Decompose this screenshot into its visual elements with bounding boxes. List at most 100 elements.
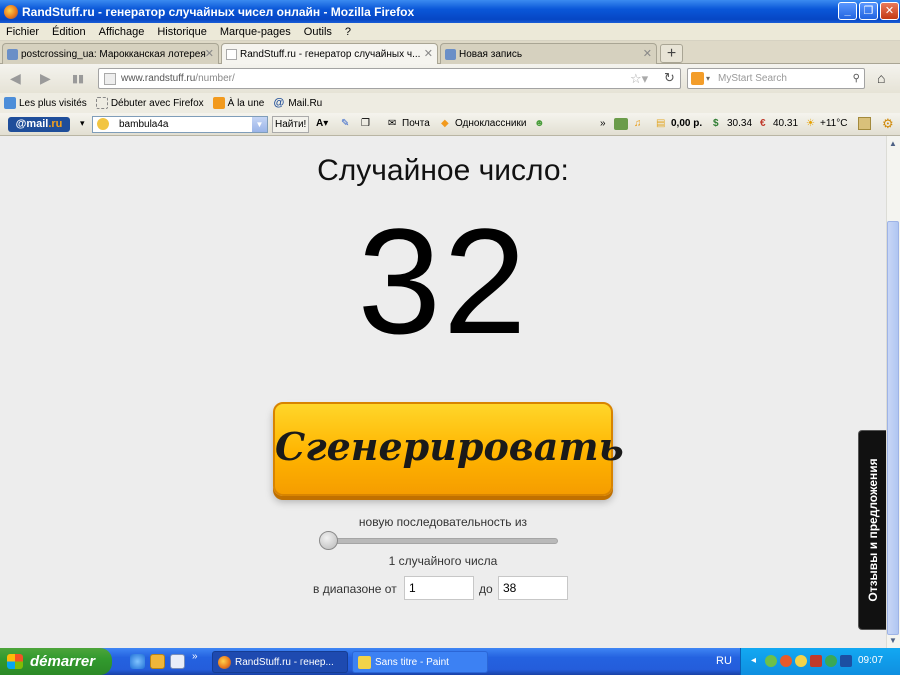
scroll-up-icon[interactable]: ▲ [886,137,900,151]
mailru-user-select[interactable]: bambula4a ▼ [92,116,268,133]
mail-link[interactable]: Почта [402,118,430,129]
music-icon[interactable]: ♫ [634,118,642,129]
gear-icon[interactable]: ⚙ [882,116,894,132]
tray-alert-icon[interactable] [810,655,822,667]
chevron-down-icon[interactable]: ▼ [252,117,267,132]
money-balance[interactable]: 0,00 р. [671,118,702,129]
random-number: 32 [357,197,529,365]
generate-button[interactable]: Сгенерировать [273,402,624,496]
menu-file[interactable]: Fichier [6,26,39,38]
range-from-input[interactable]: 1 [404,576,474,600]
menu-bookmarks[interactable]: Marque-pages [220,26,291,38]
bookmark-star-icon[interactable]: ☆▾ [630,71,648,87]
feedback-tab-label: Отзывы и предложения [865,458,880,602]
quicklaunch-more-icon[interactable]: » [192,651,198,666]
signal-strength-icon[interactable] [840,655,852,667]
bookmark-most-visited[interactable]: Les plus visités [4,97,87,109]
menu-tools[interactable]: Outils [304,26,332,38]
search-placeholder: MyStart Search [718,73,787,84]
bookmark-label: Débuter avec Firefox [110,97,204,109]
clock[interactable]: 09:07 [858,655,883,666]
usd-rate[interactable]: 30.34 [727,118,752,129]
search-icon[interactable]: ⚲ [853,69,860,88]
window-icon[interactable]: ❐ [361,118,370,129]
home-icon[interactable]: ⌂ [877,70,885,86]
close-button[interactable]: ✕ [880,2,899,20]
more-chevron-icon[interactable]: » [600,118,606,129]
mailru-toolbar: @mail.ru ▾ bambula4a ▼ Найти! A▾ ✎ ❐ ✉ П… [0,113,900,136]
toolbar-menu-icon[interactable]: ▾ [80,118,85,129]
bookmark-mailru[interactable]: @ Mail.Ru [273,97,322,109]
tab-postcrossing[interactable]: postcrossing_ua: Марокканская лотерея ✕ [2,43,219,64]
count-slider-handle[interactable] [319,531,338,550]
tray-expand-icon[interactable]: ◂ [751,655,763,667]
media-icon[interactable] [150,654,165,669]
find-button[interactable]: Найти! [272,116,310,133]
most-visited-icon [4,97,16,109]
range-to-input[interactable]: 38 [498,576,568,600]
page-icon [226,49,237,60]
tab-randstuff[interactable]: RandStuff.ru - генератор случайных ч... … [221,43,438,65]
new-tab-button[interactable]: + [660,44,683,63]
update-icon[interactable] [825,655,837,667]
tab-strip: postcrossing_ua: Марокканская лотерея ✕ … [0,41,900,65]
rss-icon [212,97,225,109]
task-paint[interactable]: Sans titre - Paint [352,651,488,673]
map-icon[interactable] [858,117,871,130]
ie-icon[interactable] [130,654,145,669]
odnoklassniki-link[interactable]: Одноклассники [455,118,526,129]
weather-icon: ☀ [806,118,815,129]
tab-close-icon[interactable]: ✕ [205,47,214,60]
range-to-label: до [479,582,493,596]
dollar-icon: $ [713,118,719,129]
menu-bar: Fichier Édition Affichage Historique Mar… [0,23,900,41]
back-arrow-icon[interactable]: ◀ [10,70,21,87]
highlighter-icon[interactable]: ✎ [341,118,349,129]
network-icon[interactable] [765,655,777,667]
restore-button[interactable]: ❐ [859,2,878,20]
journal-icon [7,48,18,60]
tab-close-icon[interactable]: ✕ [424,47,433,60]
task-firefox[interactable]: RandStuff.ru - генер... [212,651,348,673]
tab-new-post[interactable]: Новая запись ✕ [440,43,657,64]
eur-rate[interactable]: 40.31 [773,118,798,129]
tab-close-icon[interactable]: ✕ [643,47,652,60]
minimize-button[interactable]: _ [838,2,857,20]
mail-icon[interactable]: ✉ [388,118,396,129]
odnoklassniki-icon: ◆ [441,118,449,129]
forward-arrow-icon[interactable]: ▶ [40,70,51,87]
menu-edit[interactable]: Édition [52,26,86,38]
count-slider-track[interactable] [322,538,558,544]
menu-history[interactable]: Historique [157,26,207,38]
start-button[interactable]: démarrer [0,648,112,675]
range-from-label: в диапазоне от [313,582,397,596]
agent-icon[interactable]: ☻ [534,118,545,129]
task-label: Sans titre - Paint [375,657,449,668]
window-title-bar[interactable]: RandStuff.ru - генератор случайных чисел… [0,0,900,23]
logo-prefix: @mail [15,118,49,130]
font-size-icon[interactable]: A▾ [316,118,328,129]
window-title: RandStuff.ru - генератор случайных чисел… [22,4,415,19]
language-indicator[interactable]: RU [716,655,732,667]
bookmark-getting-started[interactable]: Débuter avec Firefox [95,97,204,109]
menu-view[interactable]: Affichage [99,26,145,38]
security-icon[interactable] [780,655,792,667]
weather-temp[interactable]: +11°C [820,118,847,129]
bookmark-news[interactable]: À la une [212,97,264,109]
search-dropdown-icon[interactable]: ▾ [706,69,710,88]
reload-icon[interactable]: ↻ [664,70,675,86]
tray-app-icon[interactable] [795,655,807,667]
task-label: RandStuff.ru - генер... [235,657,334,668]
scroll-down-icon[interactable]: ▼ [886,634,900,648]
desktop-icon[interactable] [170,654,185,669]
search-input[interactable]: ▾ MyStart Search ⚲ [687,68,865,89]
url-bar[interactable]: www.randstuff.ru/number/ [98,68,681,89]
menu-help[interactable]: ? [345,26,351,38]
page-icon [95,97,108,109]
games-icon[interactable] [614,118,628,130]
mailru-logo[interactable]: @mail.ru [8,117,70,132]
feedback-tab[interactable]: Отзывы и предложения [858,430,886,630]
tab-label: postcrossing_ua: Марокканская лотерея [21,48,206,60]
bookmark-label: Les plus visités [19,97,87,109]
scrollbar-thumb[interactable] [887,221,899,635]
